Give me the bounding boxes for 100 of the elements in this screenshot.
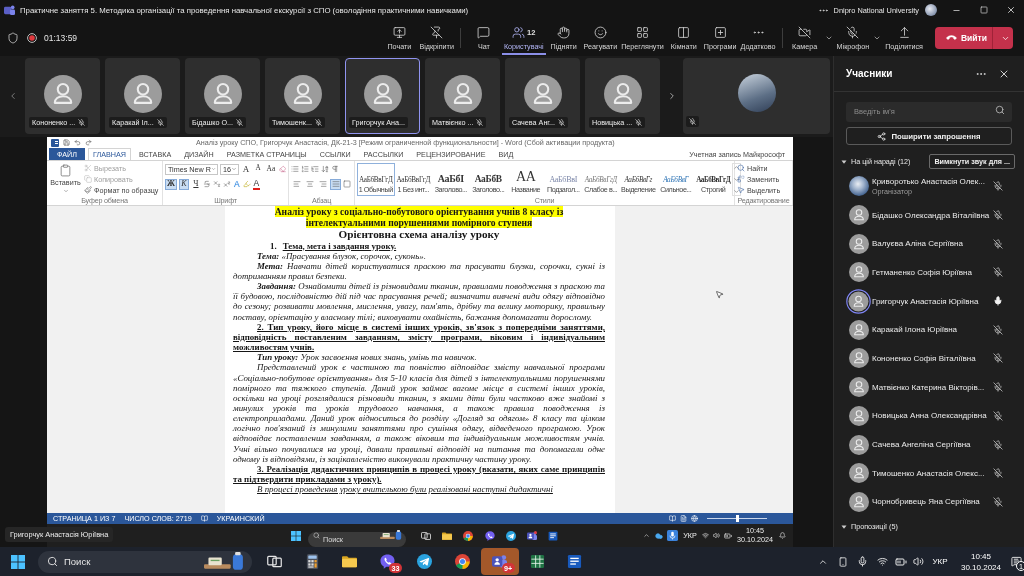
clipboard-icon <box>59 164 72 177</box>
participant-name: Григорчук Анастасія Юріївна <box>872 296 979 306</box>
start-menu-icon[interactable] <box>11 554 25 569</box>
folder-icon[interactable] <box>441 530 452 541</box>
section-heading: 2. Тип уроку, його місце в системі інших уроків, зв'язок з попередніми заняттями, відповідність поставленим завданням, змісту програми, віковим і індивідуальним можливостям учнів. <box>233 321 605 353</box>
grow-font-button[interactable]: A <box>241 163 251 175</box>
wifi-icon[interactable] <box>877 556 888 567</box>
sort-icon[interactable] <box>321 165 329 173</box>
mic-icon[interactable] <box>857 556 868 567</box>
battery-icon[interactable] <box>895 555 907 568</box>
folder-icon[interactable] <box>342 554 358 569</box>
grid-icon <box>635 25 649 39</box>
task-view-icon[interactable] <box>267 554 283 569</box>
bold-button[interactable]: Ж <box>165 178 177 190</box>
pointer-icon <box>737 186 745 194</box>
body-paragraph: Представлений урок є частиною та повністю відповідає змісту навчальної програми «Соціально-побутове орієнтування» для 5-10 класів для дітей з інтелектуальними порушеннями помірного та тяжкого ступенів. Даний урок займає вагоме місце в системі інших уроків, оскільки на уроці розглядалися різновиди тканин, з якими діти були частково вже знайомі з минулих уроків та уроків трудового навчання, а також правила поводження із електроприладами. Даний урок відноситься до розділу «Догляд за одягом» 8 класу та цілком логічно пов'язаний із минулими заняттями про сушіння одягу, відведеного програмою. Урок відповідає поставленим завданням, а також віковим та індивідуальним можливостям учнів. Учні вільно почувалися на уроці, давали правильні відповіді на питання та допомагали одне одному із відповідями, із зацікавленістю виконували практичну частину уроку. <box>233 362 605 464</box>
battery-icon[interactable] <box>724 531 732 540</box>
save-icon[interactable] <box>63 139 70 146</box>
mic-icon[interactable] <box>667 530 678 541</box>
clock-time[interactable]: 10:45 <box>971 550 991 562</box>
hand-icon <box>557 25 571 39</box>
browser-icon[interactable] <box>463 530 474 541</box>
align-center-icon <box>305 180 314 188</box>
avatar-icon <box>363 75 402 113</box>
volume-icon[interactable] <box>912 556 924 567</box>
redo-icon[interactable] <box>85 139 92 146</box>
search-icon <box>47 556 58 567</box>
participant-name: Каракай Ілона Юріївна <box>872 325 957 335</box>
bell-icon[interactable] <box>778 532 786 539</box>
copy-icon <box>84 175 92 183</box>
undo-icon[interactable] <box>74 139 81 146</box>
illustration-drawing <box>379 530 403 541</box>
participant-name: Чорнобривець Яна Сергіївна <box>872 497 980 507</box>
cloud-icon[interactable] <box>654 531 663 540</box>
browser-icon[interactable] <box>454 554 470 569</box>
body-paragraph: Тип уроку: Урок засвоєння нових знань, умінь та навичок. <box>256 352 478 363</box>
photo-placeholder <box>737 74 776 112</box>
leave-button[interactable]: Вийти <box>935 27 1013 49</box>
columns-icon <box>677 25 691 39</box>
spreadsheet-icon[interactable] <box>529 554 545 569</box>
start-menu-icon[interactable] <box>291 530 301 541</box>
smartphone-icon[interactable] <box>838 556 848 567</box>
paper-plane-icon[interactable] <box>505 530 516 541</box>
read-mode-icon[interactable] <box>669 515 676 522</box>
search-icon <box>313 532 320 539</box>
page-icon[interactable] <box>680 515 687 522</box>
team-icon[interactable] <box>527 530 538 541</box>
caret-icon[interactable] <box>841 523 847 530</box>
search-icon[interactable] <box>995 105 1005 115</box>
close-icon[interactable] <box>1005 5 1016 15</box>
italic-button[interactable]: К <box>178 178 189 190</box>
volume-icon[interactable] <box>713 532 720 539</box>
body-paragraph: Завдання: Ознайомити дітей із різновидами тканин, правилами поводження з праскою та її будовою, послідовністю дій під час прасування речей; визначити вивчені види одягу відповідно до сезону; розвивати мовлення, мислення, увагу, пам'ять, дрібну та велику моторику, правильну поставу, орієнтацію у власному тілі; виховувати охайність, бажання допомагати дорослому. <box>233 281 605 322</box>
smiley-icon <box>593 25 607 39</box>
body-paragraph: Тема: «Прасування блузок, сорочок, суконь». <box>256 250 427 261</box>
avatar-icon <box>283 75 322 113</box>
globe-icon[interactable] <box>691 515 698 522</box>
avatar-icon <box>603 75 642 113</box>
chevron-up-icon[interactable] <box>642 532 650 539</box>
people-icon <box>512 25 526 39</box>
document-icon[interactable] <box>567 554 583 569</box>
avatar-icon <box>123 75 162 113</box>
proofing-icon[interactable] <box>200 515 208 522</box>
body-paragraph: Мета: Навчати дітей користуватися праскою та прасувати блузки, сорочки, сукні із дотриманням правил безпеки. <box>233 260 605 282</box>
avatar-icon <box>203 75 242 113</box>
notifications-icon[interactable] <box>1011 556 1022 567</box>
app-logo-icon <box>4 4 15 16</box>
slider-thumb[interactable] <box>735 515 739 522</box>
participant-name: Сачева Ангеліна Сергіївна <box>872 440 971 450</box>
avatar-icon <box>523 75 562 113</box>
participant-name: Валуєва Аліна Сергіївна <box>872 239 963 249</box>
wifi-icon[interactable] <box>702 532 709 539</box>
caret-icon[interactable] <box>873 34 882 42</box>
document-title: Аналіз уроку з соціально-побутового орієнтування учнів 8 класу із <box>274 206 564 217</box>
shield-icon[interactable] <box>7 32 19 44</box>
panel-title: Учасники <box>846 68 893 79</box>
section-heading: 3. Реалізація дидактичних принципів в процесі уроку (вказати, яких саме принципів та підтвердити прикладами з уроку). <box>233 463 605 485</box>
participant-name: Тимошенко Анастасія Олекс... <box>872 468 985 478</box>
section-heading: 1. Тема, мета і завдання уроку. <box>269 240 398 251</box>
maximize-icon[interactable] <box>979 6 988 14</box>
participant-name: Новицька Анна Олександрівна <box>872 411 987 421</box>
clock-date[interactable]: 30.10.2024 <box>960 561 1001 573</box>
caret-icon[interactable] <box>824 34 833 42</box>
align-justify-button[interactable] <box>330 178 341 190</box>
scroll-up-icon[interactable] <box>733 164 740 171</box>
paper-plane-icon[interactable] <box>417 554 433 569</box>
document-icon[interactable] <box>548 530 559 541</box>
search-field[interactable]: Поиск <box>38 550 252 573</box>
phone-bubble-icon[interactable] <box>484 530 495 541</box>
multilevel-list-icon[interactable] <box>311 165 319 173</box>
task-view-icon[interactable] <box>420 530 431 541</box>
plus-square-icon <box>713 25 727 39</box>
calculator-icon[interactable] <box>304 554 320 569</box>
participant-name: Кононенко Софія Віталіївна <box>872 353 976 363</box>
text-effects-button[interactable]: A <box>232 178 241 190</box>
language-indicator[interactable]: УКР <box>932 557 948 566</box>
font-color-button[interactable]: A <box>252 178 261 190</box>
caret-icon[interactable] <box>841 158 847 165</box>
pilcrow-icon[interactable] <box>331 165 339 173</box>
underline-button[interactable]: Ч <box>190 178 201 190</box>
